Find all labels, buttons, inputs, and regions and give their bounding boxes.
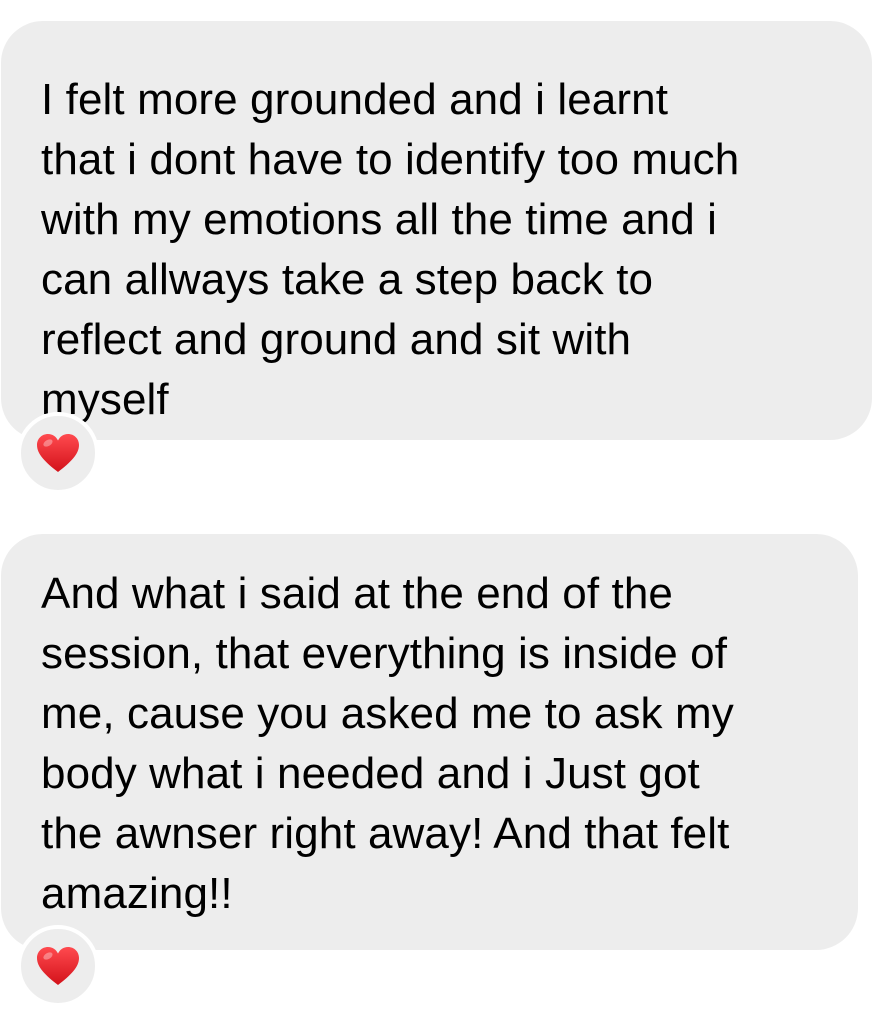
message-text: I felt more grounded and i learnt that i… — [41, 75, 740, 424]
message-bubble[interactable]: I felt more grounded and i learnt that i… — [1, 21, 872, 440]
reaction-badge[interactable] — [17, 412, 99, 494]
message-text: And what i said at the end of the sessio… — [41, 569, 734, 918]
red-heart-icon — [37, 947, 79, 985]
red-heart-icon — [37, 434, 79, 472]
message-bubble[interactable]: And what i said at the end of the sessio… — [1, 534, 858, 950]
reaction-badge[interactable] — [17, 925, 99, 1007]
